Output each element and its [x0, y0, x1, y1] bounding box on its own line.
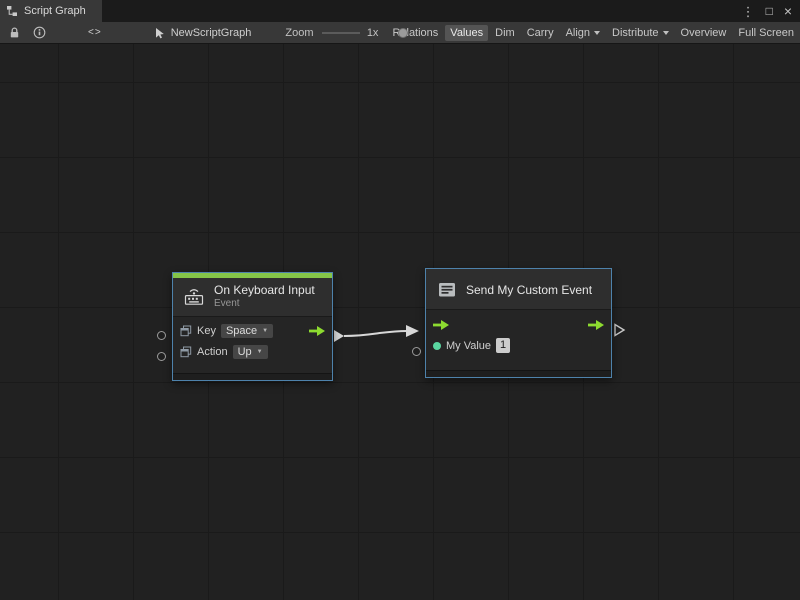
- tab-script-graph[interactable]: Script Graph: [0, 0, 102, 22]
- inline-value-icon: [180, 346, 192, 358]
- fullscreen-button[interactable]: Full Screen: [733, 25, 799, 41]
- custom-event-icon: [436, 281, 458, 299]
- flow-port-row: [426, 314, 611, 335]
- key-dropdown[interactable]: Space ▼: [221, 324, 273, 338]
- zoom-slider-handle[interactable]: [398, 28, 408, 38]
- script-graph-icon: [6, 5, 18, 17]
- connection-wire[interactable]: [344, 331, 407, 336]
- zoom-label: Zoom: [285, 27, 313, 39]
- node-footer: [173, 373, 332, 380]
- key-port-label: Key: [197, 325, 216, 337]
- node-header[interactable]: Send My Custom Event: [426, 269, 611, 310]
- my-value-input[interactable]: 1: [496, 338, 510, 353]
- close-icon[interactable]: ×: [784, 4, 792, 18]
- graph-asset-name: NewScriptGraph: [171, 27, 252, 39]
- node-title: On Keyboard Input: [214, 283, 315, 298]
- values-button[interactable]: Values: [445, 25, 488, 41]
- zoom-slider-track: [322, 32, 360, 34]
- graph-canvas[interactable]: On Keyboard Input Event Key Space ▼: [0, 44, 800, 600]
- window-controls: ⋮ □ ×: [742, 0, 800, 22]
- relations-button[interactable]: Relations: [387, 25, 443, 41]
- zoom-value: 1x: [367, 27, 379, 39]
- overview-button[interactable]: Overview: [676, 25, 732, 41]
- chevron-down-icon: [594, 31, 600, 35]
- wire-end-arrowhead: [406, 325, 419, 337]
- chevron-down-icon: ▼: [257, 349, 263, 355]
- node-on-keyboard-input[interactable]: On Keyboard Input Event Key Space ▼: [172, 272, 333, 381]
- flow-output-port[interactable]: [309, 326, 325, 336]
- action-dropdown[interactable]: Up ▼: [233, 345, 268, 359]
- graph-toolbar: <> NewScriptGraph Zoom 1x Relations Valu…: [0, 22, 800, 44]
- key-port-row: Key Space ▼: [173, 321, 332, 342]
- input-port-circle-key[interactable]: [157, 331, 166, 340]
- flow-input-port[interactable]: [433, 320, 449, 330]
- script-graph-window: Script Graph ⋮ □ × <>: [0, 0, 800, 600]
- code-icon[interactable]: <>: [88, 27, 102, 38]
- maximize-icon[interactable]: □: [766, 5, 773, 17]
- node-header[interactable]: On Keyboard Input Event: [173, 278, 332, 317]
- node-send-my-custom-event[interactable]: Send My Custom Event My: [425, 268, 612, 378]
- action-port-row: Action Up ▼: [173, 342, 332, 363]
- keyboard-icon: [182, 287, 206, 306]
- tab-bar: Script Graph ⋮ □ ×: [0, 0, 800, 22]
- inline-value-icon: [180, 325, 192, 337]
- align-button[interactable]: Align: [561, 25, 605, 41]
- input-port-circle-my-value[interactable]: [412, 347, 421, 356]
- node-title: Send My Custom Event: [466, 283, 592, 297]
- lock-icon[interactable]: [8, 26, 21, 39]
- graph-asset-button[interactable]: NewScriptGraph: [154, 27, 252, 39]
- my-value-label: My Value: [446, 340, 491, 352]
- chevron-down-icon: [663, 31, 669, 35]
- input-port-circle-action[interactable]: [157, 352, 166, 361]
- node-titles: On Keyboard Input Event: [214, 283, 315, 311]
- chevron-down-icon: ▼: [262, 328, 268, 334]
- dim-button[interactable]: Dim: [490, 25, 520, 41]
- value-port-dot[interactable]: [433, 342, 441, 350]
- flow-output-port[interactable]: [588, 320, 604, 330]
- menu-icon[interactable]: ⋮: [742, 5, 755, 18]
- my-value-port-row: My Value 1: [426, 335, 611, 356]
- unconnected-output-triangle: [615, 325, 624, 336]
- node-subtitle: Event: [214, 298, 315, 311]
- wire-start-arrow: [334, 330, 344, 342]
- zoom-slider[interactable]: [322, 27, 360, 39]
- info-icon[interactable]: [33, 26, 46, 39]
- tab-title: Script Graph: [24, 5, 86, 17]
- graph-asset-icon: [154, 27, 166, 39]
- wires-layer: [0, 44, 800, 600]
- distribute-button[interactable]: Distribute: [607, 25, 673, 41]
- node-footer: [426, 370, 611, 377]
- action-port-label: Action: [197, 346, 228, 358]
- carry-button[interactable]: Carry: [522, 25, 559, 41]
